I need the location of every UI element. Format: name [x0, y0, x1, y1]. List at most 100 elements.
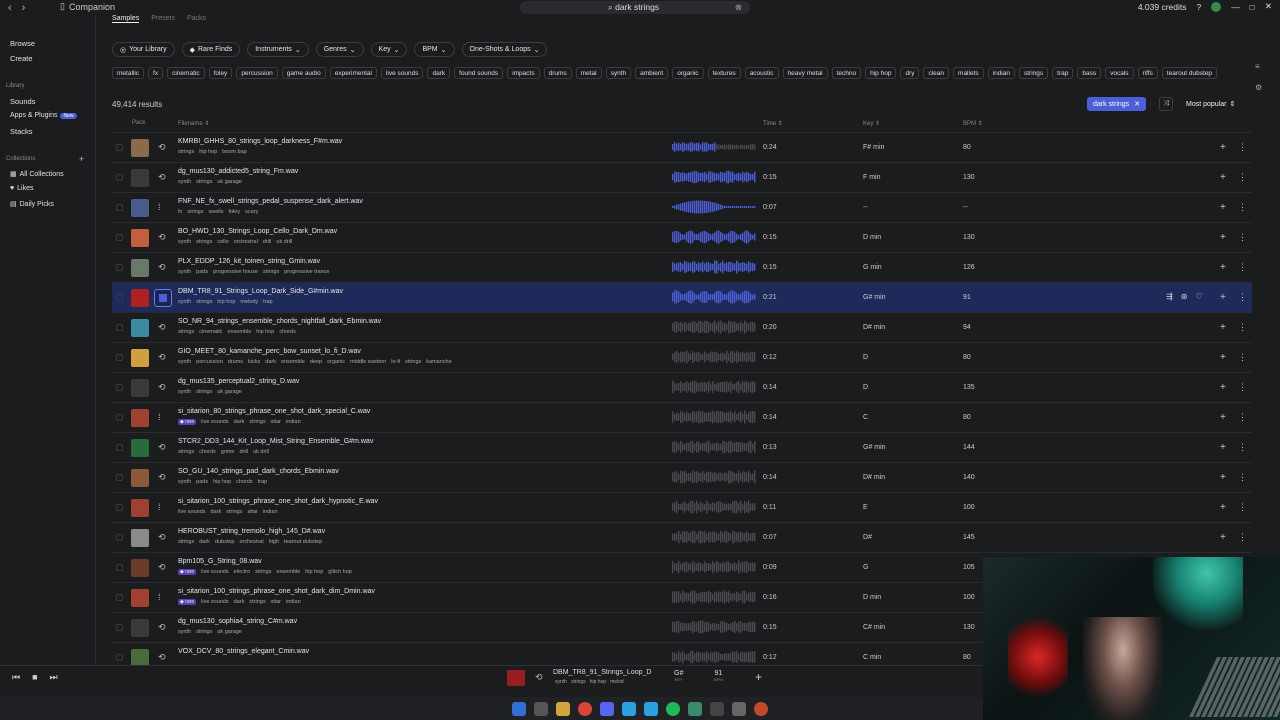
row-tag[interactable]: fx — [178, 209, 182, 215]
pack-thumbnail[interactable] — [131, 379, 149, 397]
column-bpm[interactable]: BPM ⇕ — [963, 120, 983, 132]
pack-thumbnail[interactable] — [131, 199, 149, 217]
row-tag[interactable]: ensemble — [281, 359, 305, 365]
row-tag[interactable]: melody — [240, 299, 258, 305]
row-tag[interactable]: strings — [178, 449, 194, 455]
sidebar-item-likes[interactable]: ♥ Likes — [10, 185, 34, 192]
table-row[interactable]: ⁞ FNF_NE_fx_swell_strings_pedal_suspense… — [112, 192, 1252, 222]
row-tag[interactable]: synth — [178, 299, 191, 305]
waveform[interactable] — [672, 620, 756, 634]
pack-thumbnail[interactable] — [131, 589, 149, 607]
player-tag[interactable]: melod — [610, 679, 624, 685]
tag-chip[interactable]: game audio — [281, 67, 326, 79]
row-checkbox[interactable] — [116, 354, 123, 361]
tag-chip[interactable]: riffs — [1137, 67, 1158, 79]
back-arrow-icon[interactable]: ‹ — [8, 2, 12, 14]
tag-chip[interactable]: tearout dubstep — [1161, 67, 1218, 79]
search-bar[interactable]: ⌕ dark strings ⊗ — [520, 1, 750, 14]
steam-icon[interactable] — [710, 701, 724, 716]
app-icon[interactable] — [754, 701, 768, 716]
add-icon[interactable]: + — [1220, 502, 1226, 513]
row-tag[interactable]: strings — [178, 539, 194, 545]
tag-chip[interactable]: acoustic — [744, 67, 779, 79]
row-tag[interactable]: dark — [234, 419, 245, 425]
more-icon[interactable]: ⋮ — [1238, 262, 1247, 273]
row-tag[interactable]: indian — [286, 599, 301, 605]
tag-chip[interactable]: ambient — [635, 67, 669, 79]
sample-filename[interactable]: dg_mus130_sophia4_string_C#m.wav — [178, 618, 297, 625]
row-tag[interactable]: trap — [263, 299, 272, 305]
row-tag[interactable]: live sounds — [201, 419, 229, 425]
tag-chip[interactable]: clean — [923, 67, 950, 79]
row-tag[interactable]: dark — [211, 509, 222, 515]
row-tag[interactable]: sitar — [271, 599, 281, 605]
pack-thumbnail[interactable] — [131, 349, 149, 367]
row-tag[interactable]: uk garage — [217, 389, 241, 395]
instruments-dropdown[interactable]: Instruments ⌄ — [247, 42, 309, 57]
row-tag[interactable]: drill — [263, 239, 272, 245]
table-row[interactable]: DBM_TR8_91_Strings_Loop_Dark_Side_G#min.… — [112, 282, 1252, 312]
row-tag[interactable]: synth — [178, 179, 191, 185]
add-icon[interactable]: + — [1220, 382, 1226, 393]
sidebar-item-apps[interactable]: Apps & Plugins New — [10, 112, 77, 119]
add-icon[interactable]: + — [1220, 232, 1226, 243]
row-tag[interactable]: synth — [178, 359, 191, 365]
pack-thumbnail[interactable] — [131, 319, 149, 337]
tag-chip[interactable]: foley — [208, 67, 233, 79]
row-tag[interactable]: kicks — [248, 359, 260, 365]
column-filename[interactable]: Filename ⇕ — [178, 120, 209, 132]
more-icon[interactable]: ⋮ — [1238, 532, 1247, 543]
table-row[interactable]: ⟲ HEROBUST_string_tremolo_high_145_D#.wa… — [112, 522, 1252, 552]
waveform[interactable] — [672, 530, 756, 544]
oneshots-loops-dropdown[interactable]: One-Shots & Loops ⌄ — [461, 42, 548, 57]
row-checkbox[interactable] — [116, 174, 123, 181]
row-tag[interactable]: uk garage — [217, 179, 241, 185]
shuffle-button[interactable]: ⤨ — [1159, 97, 1173, 111]
add-icon[interactable]: + — [1220, 532, 1226, 543]
row-tag[interactable]: chords — [236, 479, 253, 485]
row-tag[interactable]: cello — [217, 239, 228, 245]
table-row[interactable]: ⟲ dg_mus135_perceptual2_string_D.wav syn… — [112, 372, 1252, 402]
settings-icon[interactable]: ⚙ — [1255, 83, 1262, 92]
table-row[interactable]: ⁞ si_sitarion_80_strings_phrase_one_shot… — [112, 402, 1252, 432]
row-checkbox[interactable] — [116, 474, 123, 481]
column-time[interactable]: Time ⇕ — [763, 120, 783, 132]
row-tag[interactable]: sitar — [247, 509, 257, 515]
row-tag[interactable]: dark — [199, 539, 210, 545]
add-icon[interactable]: + — [1220, 142, 1226, 153]
discord-icon[interactable] — [600, 701, 614, 716]
queue-icon[interactable]: ≡ — [1255, 62, 1262, 71]
row-checkbox[interactable] — [116, 654, 123, 661]
pack-thumbnail[interactable] — [131, 439, 149, 457]
row-checkbox[interactable] — [116, 594, 123, 601]
tag-chip[interactable]: dry — [900, 67, 920, 79]
sample-filename[interactable]: GIO_MEET_80_kamanche_perc_bow_sunset_lo_… — [178, 348, 361, 355]
table-row[interactable]: ⟲ SO_GU_140_strings_pad_dark_chords_Ebmi… — [112, 462, 1252, 492]
sample-filename[interactable]: dg_mus135_perceptual2_string_D.wav — [178, 378, 299, 385]
row-tag[interactable]: pads — [196, 269, 208, 275]
forward-arrow-icon[interactable]: › — [22, 2, 26, 14]
row-tag[interactable]: progressive house — [213, 269, 258, 275]
row-tag[interactable]: strings — [196, 239, 212, 245]
sample-filename[interactable]: HEROBUST_string_tremolo_high_145_D#.wav — [178, 528, 325, 535]
tag-chip[interactable]: experimental — [329, 67, 377, 79]
table-row[interactable]: ⟲ SO_NR_94_strings_ensemble_chords_night… — [112, 312, 1252, 342]
row-tag[interactable]: hip hop — [213, 479, 231, 485]
sample-filename[interactable]: Bpm105_G_String_08.wav — [178, 558, 262, 565]
waveform[interactable] — [672, 410, 756, 424]
sidebar-item-sounds[interactable]: Sounds — [10, 97, 35, 106]
table-row[interactable]: ⟲ BO_HWD_130_Strings_Loop_Cello_Dark_Dm.… — [112, 222, 1252, 252]
tag-chip[interactable]: indian — [987, 67, 1015, 79]
clear-search-icon[interactable]: ⊗ — [735, 2, 742, 13]
row-tag[interactable]: strings — [249, 419, 265, 425]
tab-samples[interactable]: Samples — [112, 15, 140, 23]
row-tag[interactable]: strings — [196, 299, 212, 305]
sample-filename[interactable]: STCR2_DD3_144_Kit_Loop_Mist_String_Ensem… — [178, 438, 373, 445]
sample-filename[interactable]: DBM_TR8_91_Strings_Loop_Dark_Side_G#min.… — [178, 288, 343, 295]
more-icon[interactable]: ⋮ — [1238, 232, 1247, 243]
app-switcher[interactable]: ▯ Companion — [60, 1, 115, 12]
row-tag[interactable]: dubstep — [215, 539, 235, 545]
sidebar-item-create[interactable]: Create — [10, 54, 33, 63]
more-icon[interactable]: ⋮ — [1238, 172, 1247, 183]
pack-thumbnail[interactable] — [131, 229, 149, 247]
